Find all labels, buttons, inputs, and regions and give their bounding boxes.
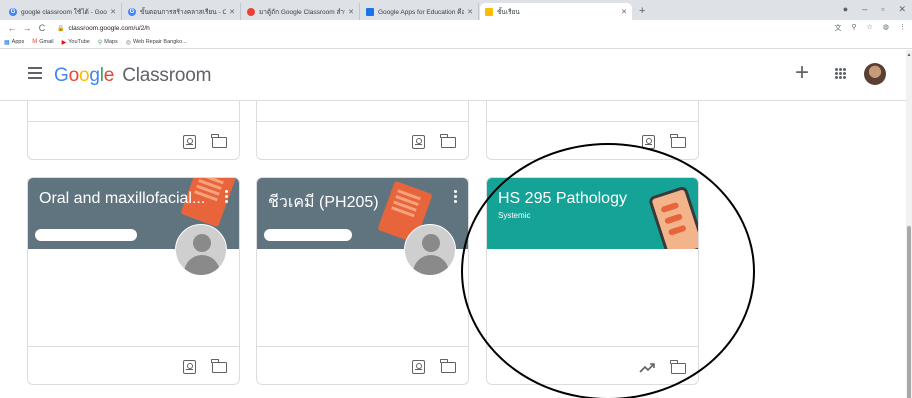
folder-icon[interactable] (440, 358, 456, 373)
url-text: classroom.google.com/u/2/h (68, 24, 150, 32)
class-title[interactable]: HS 295 Pathology (498, 190, 627, 208)
class-section: Systemic (498, 211, 531, 220)
apps-icon: ▦ (4, 39, 10, 46)
reload-icon[interactable]: C (36, 23, 48, 33)
page-scrollbar[interactable]: ▲ (906, 50, 912, 398)
browser-tab-active[interactable]: ชั้นเรียน ✕ (480, 3, 632, 20)
close-tab-icon[interactable]: ✕ (621, 8, 627, 16)
translate-icon[interactable]: 文 (834, 23, 841, 33)
teacher-avatar (404, 224, 456, 276)
close-window-icon[interactable]: ✕ (898, 4, 906, 15)
tab-title: มาตู้ถัก Google Classroom สำหรับ (259, 8, 345, 16)
close-tab-icon[interactable]: ✕ (229, 8, 235, 16)
teacher-avatar (175, 224, 227, 276)
close-tab-icon[interactable]: ✕ (348, 8, 354, 16)
class-card-hs295-pathology[interactable]: HS 295 Pathology Systemic (486, 177, 699, 385)
lock-icon: 🔒 (57, 25, 65, 32)
google-favicon-icon: G (128, 7, 136, 16)
pin-favicon-icon (247, 7, 255, 16)
classroom-wordmark: Classroom (122, 65, 212, 86)
class-card[interactable] (486, 101, 699, 160)
redacted-section (264, 229, 352, 241)
google-apps-icon[interactable] (835, 68, 846, 79)
class-title[interactable]: ชีวเคมี (PH205) (268, 190, 379, 215)
card-footer (28, 121, 239, 159)
menu-icon[interactable]: ⋮ (899, 23, 906, 33)
new-tab-button[interactable]: + (639, 5, 645, 17)
class-title[interactable]: Oral and maxillofacial... (39, 190, 205, 208)
phone-illustration (647, 185, 698, 249)
address-bar-actions: 文 ⚲ ☆ ◍ ⋮ (834, 23, 906, 33)
page-favicon-icon (366, 7, 374, 16)
classroom-header: Google Classroom + (0, 50, 906, 101)
tab-title: ชั้นเรียน (497, 8, 520, 16)
portrait-icon[interactable] (412, 135, 425, 149)
create-or-join-class-button[interactable]: + (795, 61, 809, 85)
folder-icon[interactable] (440, 133, 456, 148)
tab-title: google classroom ใช้ได้ - Google (21, 8, 108, 16)
back-icon[interactable]: ← (6, 23, 18, 33)
browser-tab[interactable]: G ขั้นตอนการสร้างคลาสเรียน - Classroom ✕ (123, 3, 241, 20)
close-tab-icon[interactable]: ✕ (110, 8, 116, 16)
more-options-icon[interactable] (225, 190, 229, 203)
browser-tab[interactable]: Google Apps for Education คืออะไร ✕ (361, 3, 479, 20)
close-tab-icon[interactable]: ✕ (467, 8, 473, 16)
forward-icon[interactable]: → (21, 23, 33, 33)
bookmark-gmail[interactable]: M Gmail (32, 39, 53, 45)
account-dot-icon[interactable]: ● (843, 4, 848, 15)
folder-icon[interactable] (670, 133, 686, 148)
scroll-up-icon[interactable]: ▲ (906, 52, 912, 58)
star-icon[interactable]: ☆ (867, 23, 873, 33)
minimize-icon[interactable]: – (862, 4, 867, 15)
gmail-icon: M (32, 39, 38, 45)
class-card[interactable] (27, 101, 240, 160)
trending-icon[interactable] (639, 362, 655, 374)
folder-icon[interactable] (211, 358, 227, 373)
portrait-icon[interactable] (412, 360, 425, 374)
class-card[interactable] (256, 101, 469, 160)
card-footer (257, 346, 468, 384)
portrait-icon[interactable] (642, 135, 655, 149)
portrait-icon[interactable] (183, 135, 196, 149)
tab-title: ขั้นตอนการสร้างคลาสเรียน - Classroom (140, 8, 226, 16)
maps-icon: ⚲ (97, 39, 103, 46)
google-classroom-logo[interactable]: Google Classroom (54, 65, 211, 87)
folder-icon[interactable] (670, 359, 686, 374)
portrait-icon[interactable] (183, 360, 196, 374)
class-card-oral-maxillofacial[interactable]: Oral and maxillofacial... (27, 177, 240, 385)
folder-icon[interactable] (211, 133, 227, 148)
url-field[interactable]: 🔒 classroom.google.com/u/2/h (57, 25, 150, 32)
bookmarks-bar: ▦ Apps M Gmail ▶ YouTube ⚲ Maps ◎ Web Repair … (0, 36, 912, 49)
class-list: Oral and maxillofacial... ชีวเคมี (PH205… (0, 101, 906, 398)
card-footer (487, 121, 698, 159)
card-banner: HS 295 Pathology Systemic (487, 178, 698, 249)
classroom-favicon-icon (485, 7, 493, 16)
browser-tab-strip: G google classroom ใช้ได้ - Google ✕ G ข… (0, 0, 912, 20)
bookmark-maps[interactable]: ⚲ Maps (98, 39, 118, 46)
browser-tab[interactable]: มาตู้ถัก Google Classroom สำหรับ ✕ (242, 3, 360, 20)
zoom-icon[interactable]: ⚲ (851, 23, 856, 33)
card-footer (28, 346, 239, 384)
card-footer (257, 121, 468, 159)
more-options-icon[interactable] (454, 190, 458, 203)
address-bar-row: ← → C 🔒 classroom.google.com/u/2/h 文 ⚲ ☆… (0, 20, 912, 36)
redacted-section (35, 229, 137, 241)
web-icon: ◎ (125, 39, 131, 46)
card-footer (487, 346, 698, 384)
restore-icon[interactable]: ▫ (881, 4, 884, 15)
scroll-thumb[interactable] (907, 226, 911, 398)
class-card-biochemistry[interactable]: ชีวเคมี (PH205) (256, 177, 469, 385)
main-menu-icon[interactable] (28, 67, 42, 79)
extension-icon[interactable]: ◍ (883, 23, 889, 33)
user-avatar[interactable] (864, 63, 886, 85)
bookmark-youtube[interactable]: ▶ YouTube (62, 39, 90, 46)
bookmark-web-repair[interactable]: ◎ Web Repair Bangko... (126, 39, 187, 46)
window-controls: ● – ▫ ✕ (843, 4, 906, 15)
browser-tab[interactable]: G google classroom ใช้ได้ - Google ✕ (4, 3, 122, 20)
google-wordmark: Google (54, 65, 115, 86)
youtube-icon: ▶ (61, 39, 67, 46)
google-favicon-icon: G (9, 7, 17, 16)
bookmark-apps[interactable]: ▦ Apps (4, 39, 24, 46)
tab-title: Google Apps for Education คืออะไร (378, 8, 464, 16)
